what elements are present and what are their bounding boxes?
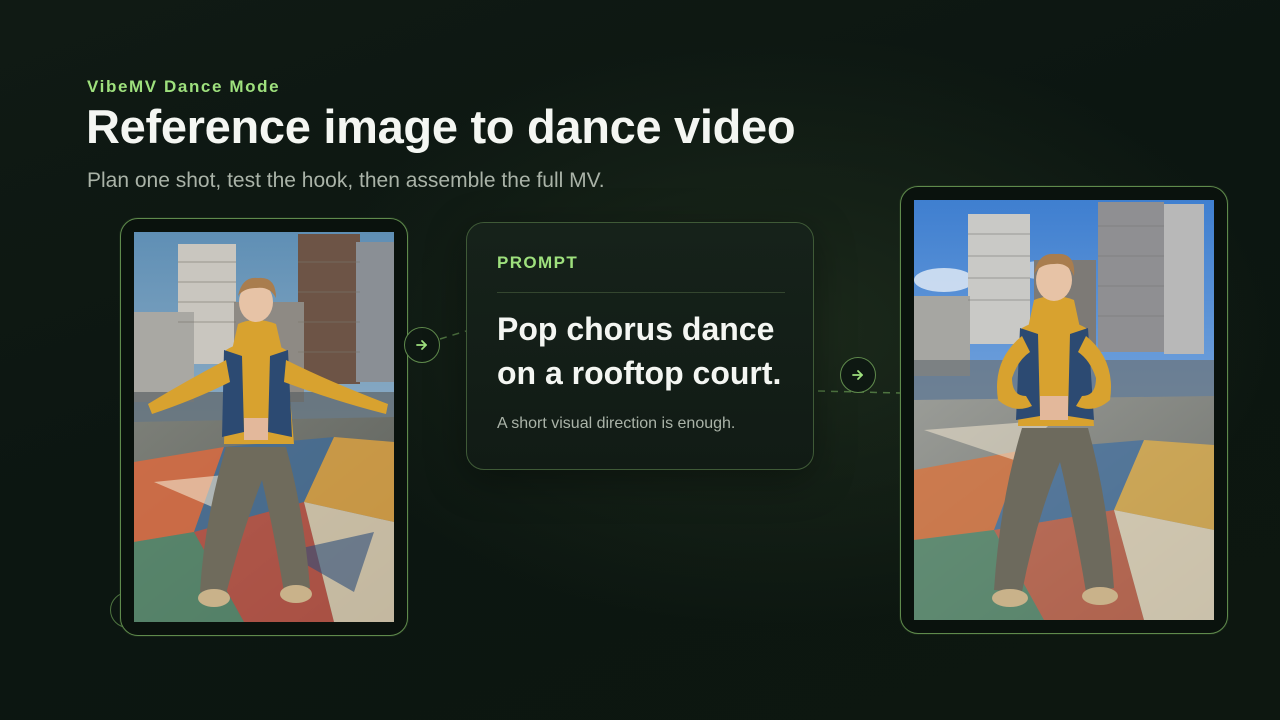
arrow-right-button-1[interactable] (404, 327, 440, 363)
prompt-text: Pop chorus dance on a rooftop court. (497, 311, 782, 391)
prompt-hint: A short visual direction is enough. (497, 415, 736, 432)
reference-dancer-illustration (134, 232, 394, 622)
prompt-card[interactable]: PROMPT Pop chorus dance on a rooftop cou… (466, 222, 814, 470)
prompt-label: PROMPT (497, 253, 579, 272)
arrow-right-icon (852, 370, 863, 380)
arrow-right-icon (416, 340, 427, 350)
result-video-image[interactable] (914, 200, 1214, 620)
reference-image[interactable] (134, 232, 394, 622)
result-dancer-illustration (914, 200, 1214, 620)
arrow-right-button-2[interactable] (840, 357, 876, 393)
mode-eyebrow: VibeMV Dance Mode (87, 77, 281, 96)
prompt-divider (497, 292, 785, 293)
page-title: Reference image to dance video (86, 100, 796, 153)
page-subtitle: Plan one shot, test the hook, then assem… (87, 169, 605, 192)
